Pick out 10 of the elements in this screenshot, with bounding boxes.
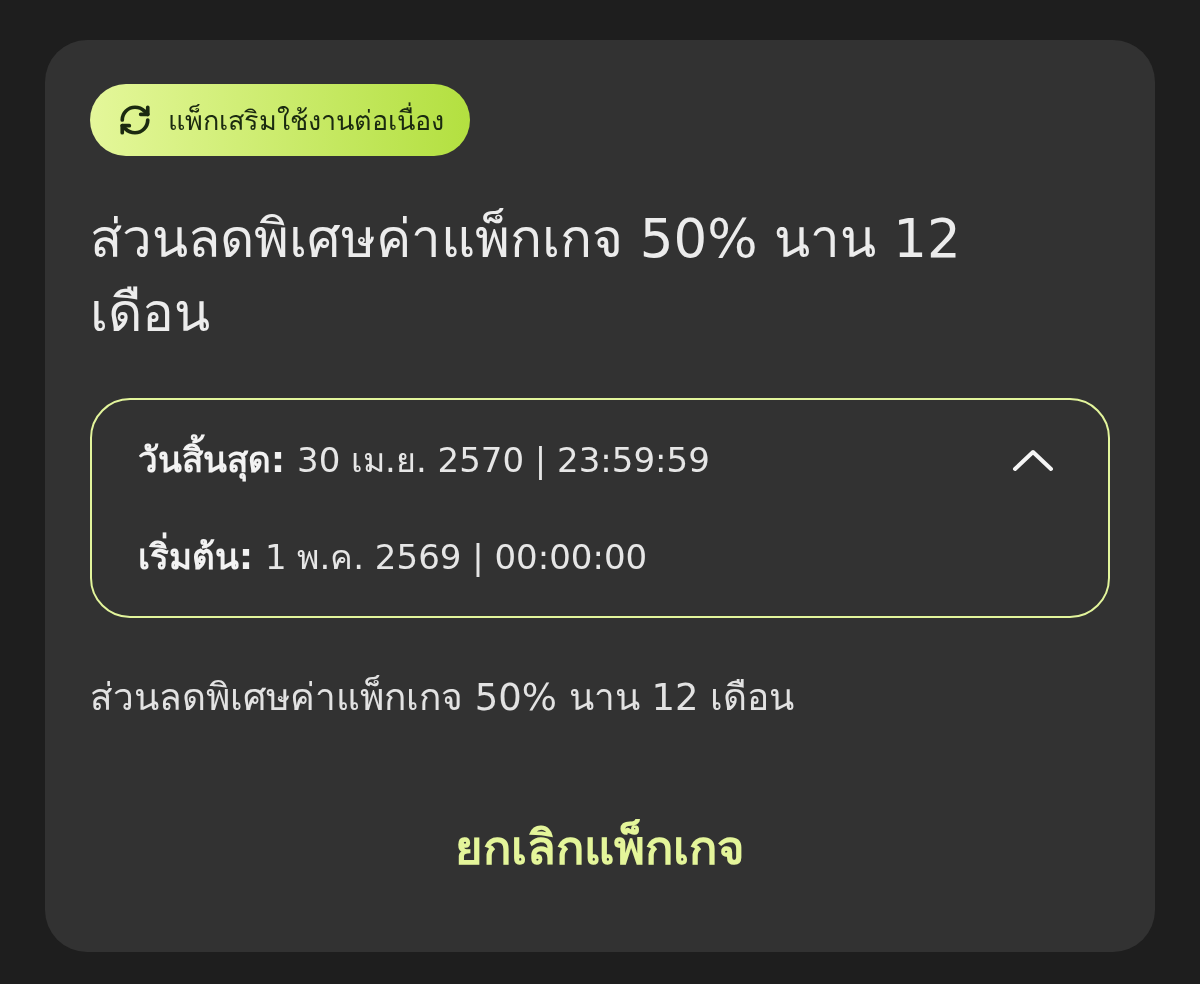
refresh-icon <box>118 103 152 137</box>
date-value: 1 พ.ค. 2569 | 00:00:00 <box>265 535 648 579</box>
date-label: เริ่มต้น: <box>138 529 253 584</box>
cancel-package-button[interactable]: ยกเลิกแพ็กเกจ <box>443 804 757 891</box>
renewal-badge: แพ็กเสริมใช้งานต่อเนื่อง <box>90 84 470 156</box>
date-label: วันสิ้นสุด: <box>138 432 285 487</box>
package-title: ส่วนลดพิเศษค่าแพ็กเกจ 50% นาน 12 เดือน <box>90 207 962 345</box>
date-value: 30 เม.ย. 2570 | 23:59:59 <box>297 438 710 482</box>
chevron-icon <box>1012 447 1054 472</box>
package-description: ส่วนลดพิเศษค่าแพ็กเกจ 50% นาน 12 เดือน <box>90 674 796 721</box>
